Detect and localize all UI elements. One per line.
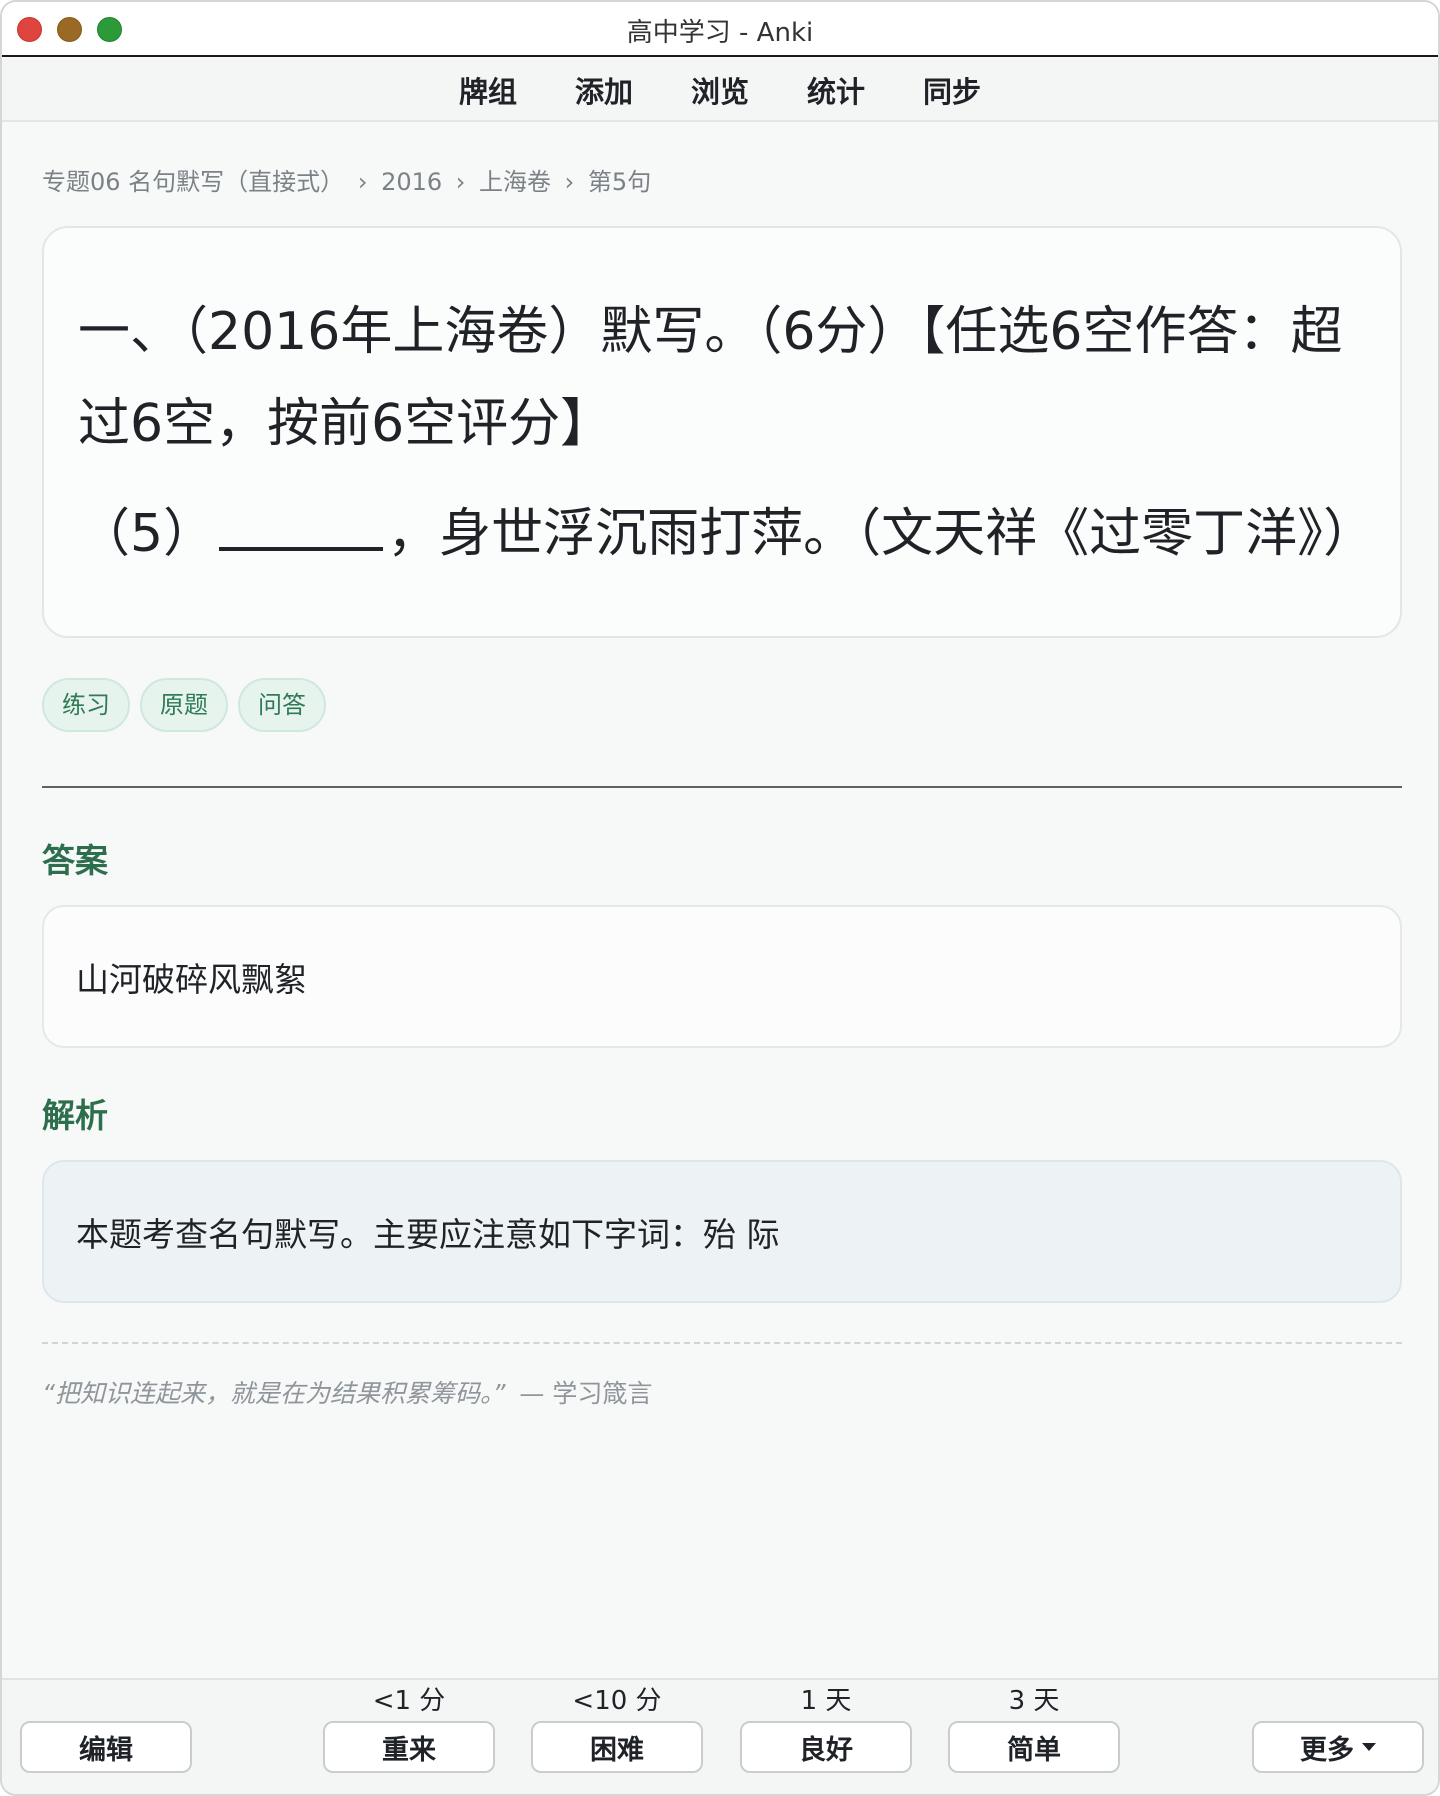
edit-button[interactable]: 编辑 [20, 1721, 192, 1773]
again-interval: <1 分 [372, 1686, 446, 1716]
quote-text: “把知识连起来，就是在为结果积累筹码。” [42, 1379, 506, 1408]
answer-heading: 答案 [42, 841, 108, 880]
analysis-box: 本题考查名句默写。主要应注意如下字词：殆 际 [42, 1160, 1402, 1303]
question-prompt: （5） ，身世浮沉雨打萍。（文天祥《过零丁洋》） [78, 488, 1375, 580]
again-button[interactable]: 重来 [323, 1721, 495, 1773]
nav-decks[interactable]: 牌组 [459, 69, 517, 111]
caret-down-icon [1362, 1743, 1376, 1751]
breadcrumb: 专题06 名句默写（直接式） › 2016 › 上海卷 › 第5句 [42, 162, 651, 197]
tag-qa[interactable]: 问答 [238, 678, 326, 732]
nav-sync[interactable]: 同步 [923, 69, 981, 111]
window-title: 高中学习 - Anki [626, 18, 814, 48]
tag-practice[interactable]: 练习 [42, 678, 130, 732]
breadcrumb-topic: 专题06 名句默写（直接式） [42, 168, 345, 196]
question-card: 一、（2016年上海卷）默写。（6分）【任选6空作答：超过6空，按前6空评分】 … [42, 226, 1402, 638]
good-interval: 1 天 [800, 1686, 852, 1716]
tag-list: 练习 原题 问答 [42, 678, 326, 732]
analysis-text: 本题考查名句默写。主要应注意如下字词：殆 际 [76, 1214, 780, 1254]
divider [42, 786, 1402, 788]
quote: “把知识连起来，就是在为结果积累筹码。” — 学习箴言 [42, 1374, 652, 1410]
breadcrumb-paper: 上海卷 [479, 168, 552, 196]
hard-button[interactable]: 困难 [531, 1721, 703, 1773]
hard-interval: <10 分 [572, 1686, 662, 1716]
anki-window: 高中学习 - Anki 牌组 添加 浏览 统计 同步 专题06 名句默写（直接式… [0, 0, 1440, 1796]
bottom-bar: 编辑 <1 分 重来 <10 分 困难 1 天 良好 3 天 简单 更多 [2, 1678, 1438, 1794]
title-bar: 高中学习 - Anki [2, 2, 1438, 57]
answer-text: 山河破碎风飘絮 [76, 959, 307, 999]
top-nav: 牌组 添加 浏览 统计 同步 [2, 59, 1438, 122]
question-rest: ，身世浮沉雨打萍。（文天祥《过零丁洋》） [387, 504, 1376, 564]
answer-blank [219, 499, 384, 551]
nav-add[interactable]: 添加 [575, 69, 633, 111]
breadcrumb-year: 2016 [381, 168, 443, 196]
good-button[interactable]: 良好 [740, 1721, 912, 1773]
breadcrumb-separator: › [357, 168, 368, 196]
more-label: 更多 [1300, 1734, 1354, 1766]
question-number: （5） [78, 504, 216, 564]
analysis-heading: 解析 [42, 1096, 108, 1135]
breadcrumb-separator: › [455, 168, 466, 196]
breadcrumb-separator: › [564, 168, 575, 196]
question-instruction: 一、（2016年上海卷）默写。（6分）【任选6空作答：超过6空，按前6空评分】 [78, 302, 1343, 454]
answer-box: 山河破碎风飘絮 [42, 905, 1402, 1048]
quote-source: — 学习箴言 [519, 1379, 653, 1408]
more-button[interactable]: 更多 [1252, 1721, 1424, 1773]
dashed-divider [42, 1342, 1402, 1344]
breadcrumb-sentence: 第5句 [587, 168, 652, 196]
nav-stats[interactable]: 统计 [807, 69, 865, 111]
easy-button[interactable]: 简单 [948, 1721, 1120, 1773]
tag-original[interactable]: 原题 [140, 678, 228, 732]
nav-browse[interactable]: 浏览 [691, 69, 749, 111]
easy-interval: 3 天 [1008, 1686, 1060, 1716]
